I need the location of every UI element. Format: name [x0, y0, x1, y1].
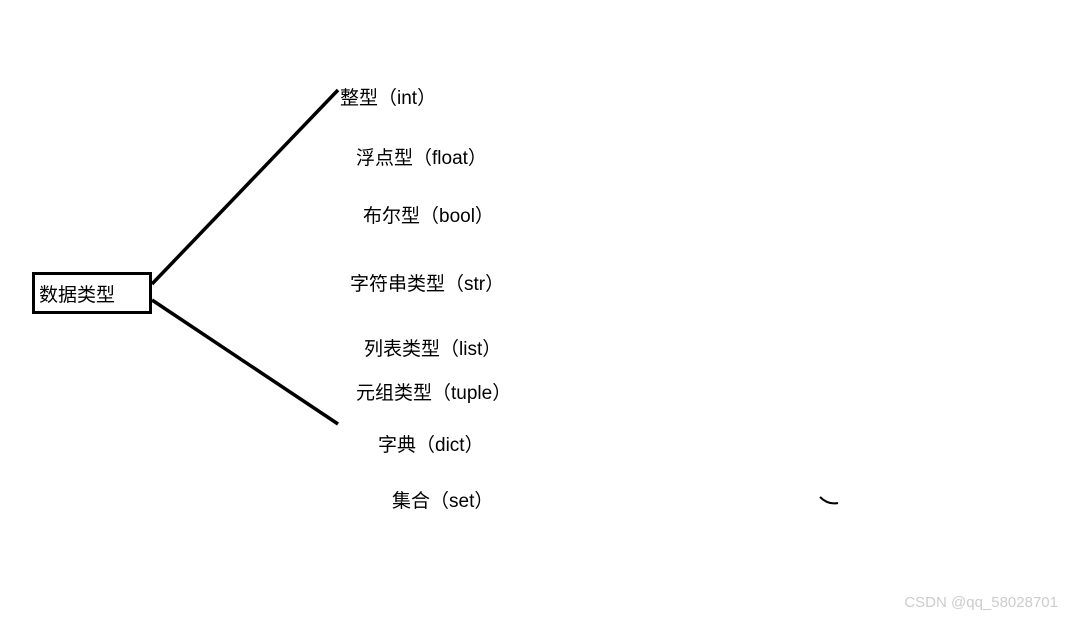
type-str: 字符串类型（str）	[350, 269, 504, 296]
root-label: 数据类型	[39, 280, 115, 307]
type-dict: 字典（dict）	[378, 430, 484, 457]
root-node: 数据类型	[32, 272, 152, 314]
branch-lines	[0, 0, 1076, 623]
type-list: 列表类型（list）	[364, 334, 501, 361]
watermark: CSDN @qq_58028701	[904, 594, 1058, 611]
type-set: 集合（set）	[392, 486, 493, 513]
type-int: 整型（int）	[340, 83, 436, 110]
type-tuple: 元组类型（tuple）	[356, 378, 511, 405]
type-bool: 布尔型（bool）	[363, 201, 494, 228]
type-float: 浮点型（float）	[356, 143, 487, 170]
